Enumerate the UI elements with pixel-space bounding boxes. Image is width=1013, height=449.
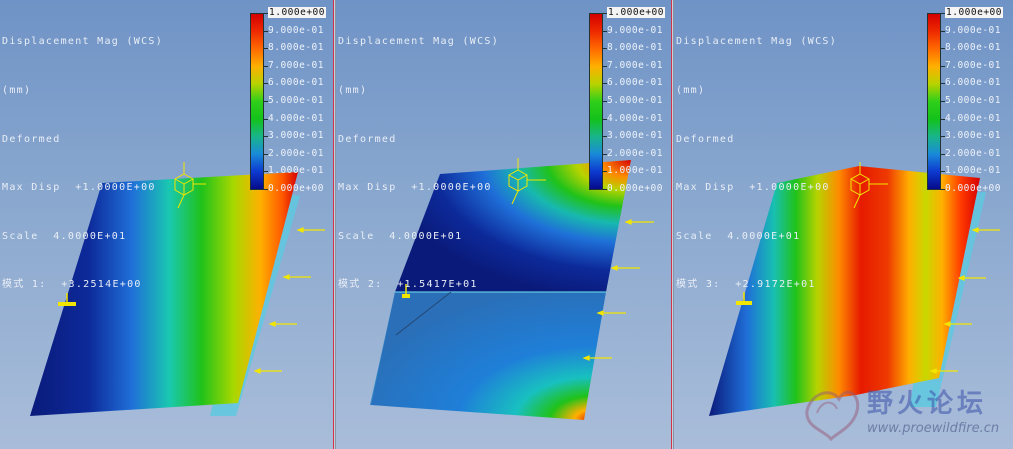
result-units: (mm)	[676, 85, 706, 96]
legend-label: 1.000e+00	[607, 7, 665, 18]
result-units: (mm)	[338, 85, 368, 96]
legend-label: 9.000e-01	[607, 25, 663, 36]
result-info-panel: Displacement Mag (WCS) (mm) Deformed Max…	[2, 2, 163, 326]
watermark-chinese-text: 野火论坛	[867, 389, 988, 419]
legend-label: 2.000e-01	[607, 148, 663, 159]
legend-label: 8.000e-01	[607, 42, 663, 53]
result-title: Displacement Mag (WCS)	[2, 36, 164, 48]
result-deformed: Deformed	[676, 133, 735, 145]
result-units: (mm)	[2, 85, 32, 96]
legend-label: 1.000e-01	[268, 165, 324, 176]
result-mode: 模式 1: +3.2514E+00	[2, 279, 142, 291]
legend-label: 4.000e-01	[945, 113, 1001, 124]
watermark-logo-icon	[805, 390, 860, 442]
legend-color-bar	[927, 13, 941, 190]
legend-label: 7.000e-01	[945, 60, 1001, 71]
result-title: Displacement Mag (WCS)	[338, 36, 500, 48]
result-viewport-mode-1[interactable]: Displacement Mag (WCS) (mm) Deformed Max…	[0, 0, 333, 449]
legend-label: 2.000e-01	[945, 148, 1001, 159]
legend-label: 6.000e-01	[607, 77, 663, 88]
legend-label: 1.000e-01	[607, 165, 663, 176]
legend-label: 4.000e-01	[268, 113, 324, 124]
legend-label: 0.000e+00	[607, 183, 663, 194]
result-info-panel: Displacement Mag (WCS) (mm) Deformed Max…	[676, 2, 837, 326]
result-mode: 模式 3: +2.9172E+01	[676, 279, 816, 291]
result-max-disp: Max Disp +1.0000E+00	[338, 182, 492, 194]
legend-label: 0.000e+00	[945, 183, 1001, 194]
result-max-disp: Max Disp +1.0000E+00	[676, 182, 830, 194]
watermark-url: www.proewildfire.cn	[867, 421, 1000, 436]
forum-watermark: 野火论坛 www.proewildfire.cn	[801, 381, 1011, 445]
legend-label: 5.000e-01	[268, 95, 324, 106]
result-max-disp: Max Disp +1.0000E+00	[2, 182, 156, 194]
legend-label: 5.000e-01	[607, 95, 663, 106]
legend-color-bar	[250, 13, 264, 190]
legend-label: 7.000e-01	[607, 60, 663, 71]
result-deformed: Deformed	[2, 133, 61, 145]
legend-label: 9.000e-01	[945, 25, 1001, 36]
legend-label: 1.000e-01	[945, 165, 1001, 176]
legend-label: 5.000e-01	[945, 95, 1001, 106]
result-viewport-mode-2[interactable]: Displacement Mag (WCS) (mm) Deformed Max…	[336, 0, 671, 449]
result-info-panel: Displacement Mag (WCS) (mm) Deformed Max…	[338, 2, 499, 326]
result-scale: Scale 4.0000E+01	[2, 230, 127, 242]
result-deformed: Deformed	[338, 133, 397, 145]
legend-label: 2.000e-01	[268, 148, 324, 159]
result-mode: 模式 2: +1.5417E+01	[338, 279, 478, 291]
result-title: Displacement Mag (WCS)	[676, 36, 838, 48]
legend-label: 4.000e-01	[607, 113, 663, 124]
result-scale: Scale 4.0000E+01	[338, 230, 463, 242]
legend-label: 3.000e-01	[268, 130, 324, 141]
legend-label: 6.000e-01	[945, 77, 1001, 88]
legend-label: 6.000e-01	[268, 77, 324, 88]
legend-label: 7.000e-01	[268, 60, 324, 71]
legend-color-bar	[589, 13, 603, 190]
legend-label: 3.000e-01	[945, 130, 1001, 141]
legend-label: 9.000e-01	[268, 25, 324, 36]
legend-label: 0.000e+00	[268, 183, 324, 194]
result-scale: Scale 4.0000E+01	[676, 230, 801, 242]
legend-label: 8.000e-01	[268, 42, 324, 53]
legend-label: 1.000e+00	[945, 7, 1003, 18]
legend-label: 8.000e-01	[945, 42, 1001, 53]
legend-label: 1.000e+00	[268, 7, 326, 18]
legend-label: 3.000e-01	[607, 130, 663, 141]
